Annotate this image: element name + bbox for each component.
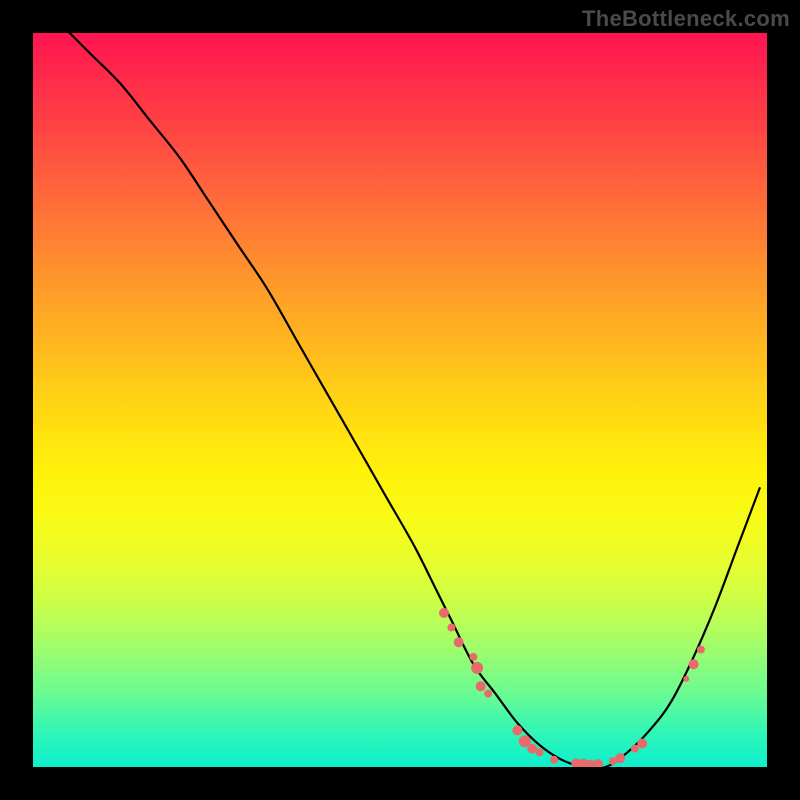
highlight-dot — [484, 690, 492, 698]
highlight-dot — [439, 608, 449, 618]
highlight-dots-group — [439, 608, 705, 767]
highlight-dot — [471, 662, 483, 674]
plot-svg — [33, 33, 767, 767]
highlight-dot — [476, 681, 486, 691]
highlight-dot — [631, 745, 639, 753]
highlight-dot — [683, 676, 689, 682]
highlight-dot — [469, 653, 477, 661]
highlight-dot — [454, 637, 464, 647]
highlight-dot — [689, 659, 699, 669]
highlight-dot — [536, 748, 544, 756]
plot-area — [33, 33, 767, 767]
highlight-dot — [615, 753, 625, 763]
highlight-dot — [447, 624, 455, 632]
figure-frame: TheBottleneck.com — [0, 0, 800, 800]
bottleneck-curve — [70, 33, 760, 767]
highlight-dot — [593, 759, 603, 767]
highlight-dot — [697, 646, 705, 654]
highlight-dot — [637, 739, 647, 749]
highlight-dot — [512, 725, 522, 735]
highlight-dot — [550, 756, 558, 764]
watermark-text: TheBottleneck.com — [582, 6, 790, 32]
